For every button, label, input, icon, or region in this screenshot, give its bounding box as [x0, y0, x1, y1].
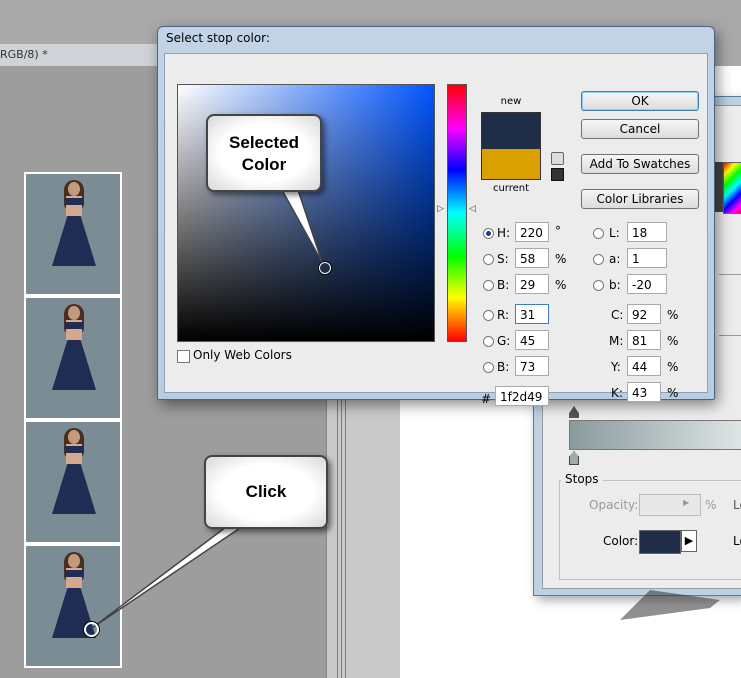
callout-pointers — [91, 189, 323, 629]
selected-color-callout: Selected Color — [206, 114, 322, 192]
click-callout: Click — [204, 455, 328, 529]
click-target-ring[interactable] — [84, 622, 99, 637]
